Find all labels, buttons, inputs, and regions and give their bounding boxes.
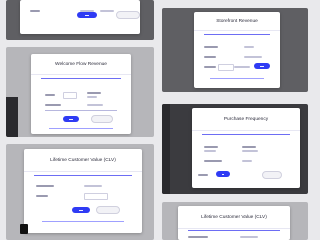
title-underline xyxy=(188,230,280,231)
title-underline xyxy=(204,34,270,35)
dialog-1 xyxy=(20,0,140,34)
field-label xyxy=(204,46,218,48)
dialog-2: Storefront Revenue xyxy=(194,12,280,88)
field-label xyxy=(204,146,218,148)
primary-button[interactable] xyxy=(72,207,90,213)
field-value xyxy=(87,96,97,98)
tile-1 xyxy=(6,0,154,40)
tile-5: Lifetime Customer Value (CLV) xyxy=(6,144,154,240)
dark-sidebar xyxy=(162,104,170,194)
primary-button[interactable] xyxy=(63,116,79,122)
dialog-title: Lifetime Customer Value (CLV) xyxy=(24,149,142,172)
input-field[interactable] xyxy=(218,64,234,71)
field-value xyxy=(242,150,258,152)
tile-2: Storefront Revenue xyxy=(162,8,308,92)
secondary-button[interactable] xyxy=(96,206,120,214)
title-underline xyxy=(202,134,290,135)
dialog-6: Lifetime Customer Value (CLV) xyxy=(178,206,290,240)
field-value xyxy=(84,185,102,187)
primary-button[interactable] xyxy=(77,12,97,18)
field-value xyxy=(234,66,250,68)
primary-button[interactable] xyxy=(254,63,270,69)
field-value xyxy=(244,56,262,58)
field-label xyxy=(204,66,216,68)
taskbar xyxy=(20,224,28,234)
dialog-3: Welcome Flow Revenue xyxy=(31,54,131,134)
field-label xyxy=(242,146,256,148)
field-label xyxy=(36,195,48,197)
dialog-title: Lifetime Customer Value (CLV) xyxy=(178,206,290,229)
dialog-title: Purchase Frequency xyxy=(192,108,300,131)
dark-sidebar xyxy=(6,97,18,137)
dialog-4: Purchase Frequency xyxy=(192,108,300,188)
title-underline xyxy=(41,78,121,79)
field-value xyxy=(240,236,258,238)
field-value xyxy=(87,104,103,106)
field-label xyxy=(45,104,61,106)
hint-line xyxy=(45,110,117,111)
field-value xyxy=(204,150,216,152)
field-label xyxy=(30,10,40,12)
primary-button[interactable] xyxy=(216,171,230,177)
field-label xyxy=(45,94,55,96)
tile-4: Purchase Frequency xyxy=(162,104,308,194)
field-value xyxy=(100,10,114,12)
input-field[interactable] xyxy=(63,92,77,99)
hint-line xyxy=(49,128,113,129)
field-label xyxy=(188,236,208,238)
field-label xyxy=(204,56,216,58)
secondary-button[interactable] xyxy=(91,115,113,123)
secondary-button[interactable] xyxy=(262,171,282,179)
input-field[interactable] xyxy=(84,193,108,200)
field-label xyxy=(198,174,208,176)
field-value xyxy=(242,160,252,162)
tile-6: Lifetime Customer Value (CLV) xyxy=(162,202,308,240)
field-value xyxy=(244,46,254,48)
tile-3: Welcome Flow Revenue xyxy=(6,47,154,137)
dialog-title: Storefront Revenue xyxy=(194,12,280,31)
hint-line xyxy=(210,78,264,79)
dialog-5: Lifetime Customer Value (CLV) xyxy=(24,149,142,233)
field-label xyxy=(204,160,222,162)
field-label xyxy=(36,185,54,187)
secondary-button[interactable] xyxy=(116,11,140,19)
dialog-title: Welcome Flow Revenue xyxy=(31,54,131,75)
hint-line xyxy=(42,221,124,222)
title-underline xyxy=(34,175,132,176)
field-label xyxy=(87,92,101,94)
